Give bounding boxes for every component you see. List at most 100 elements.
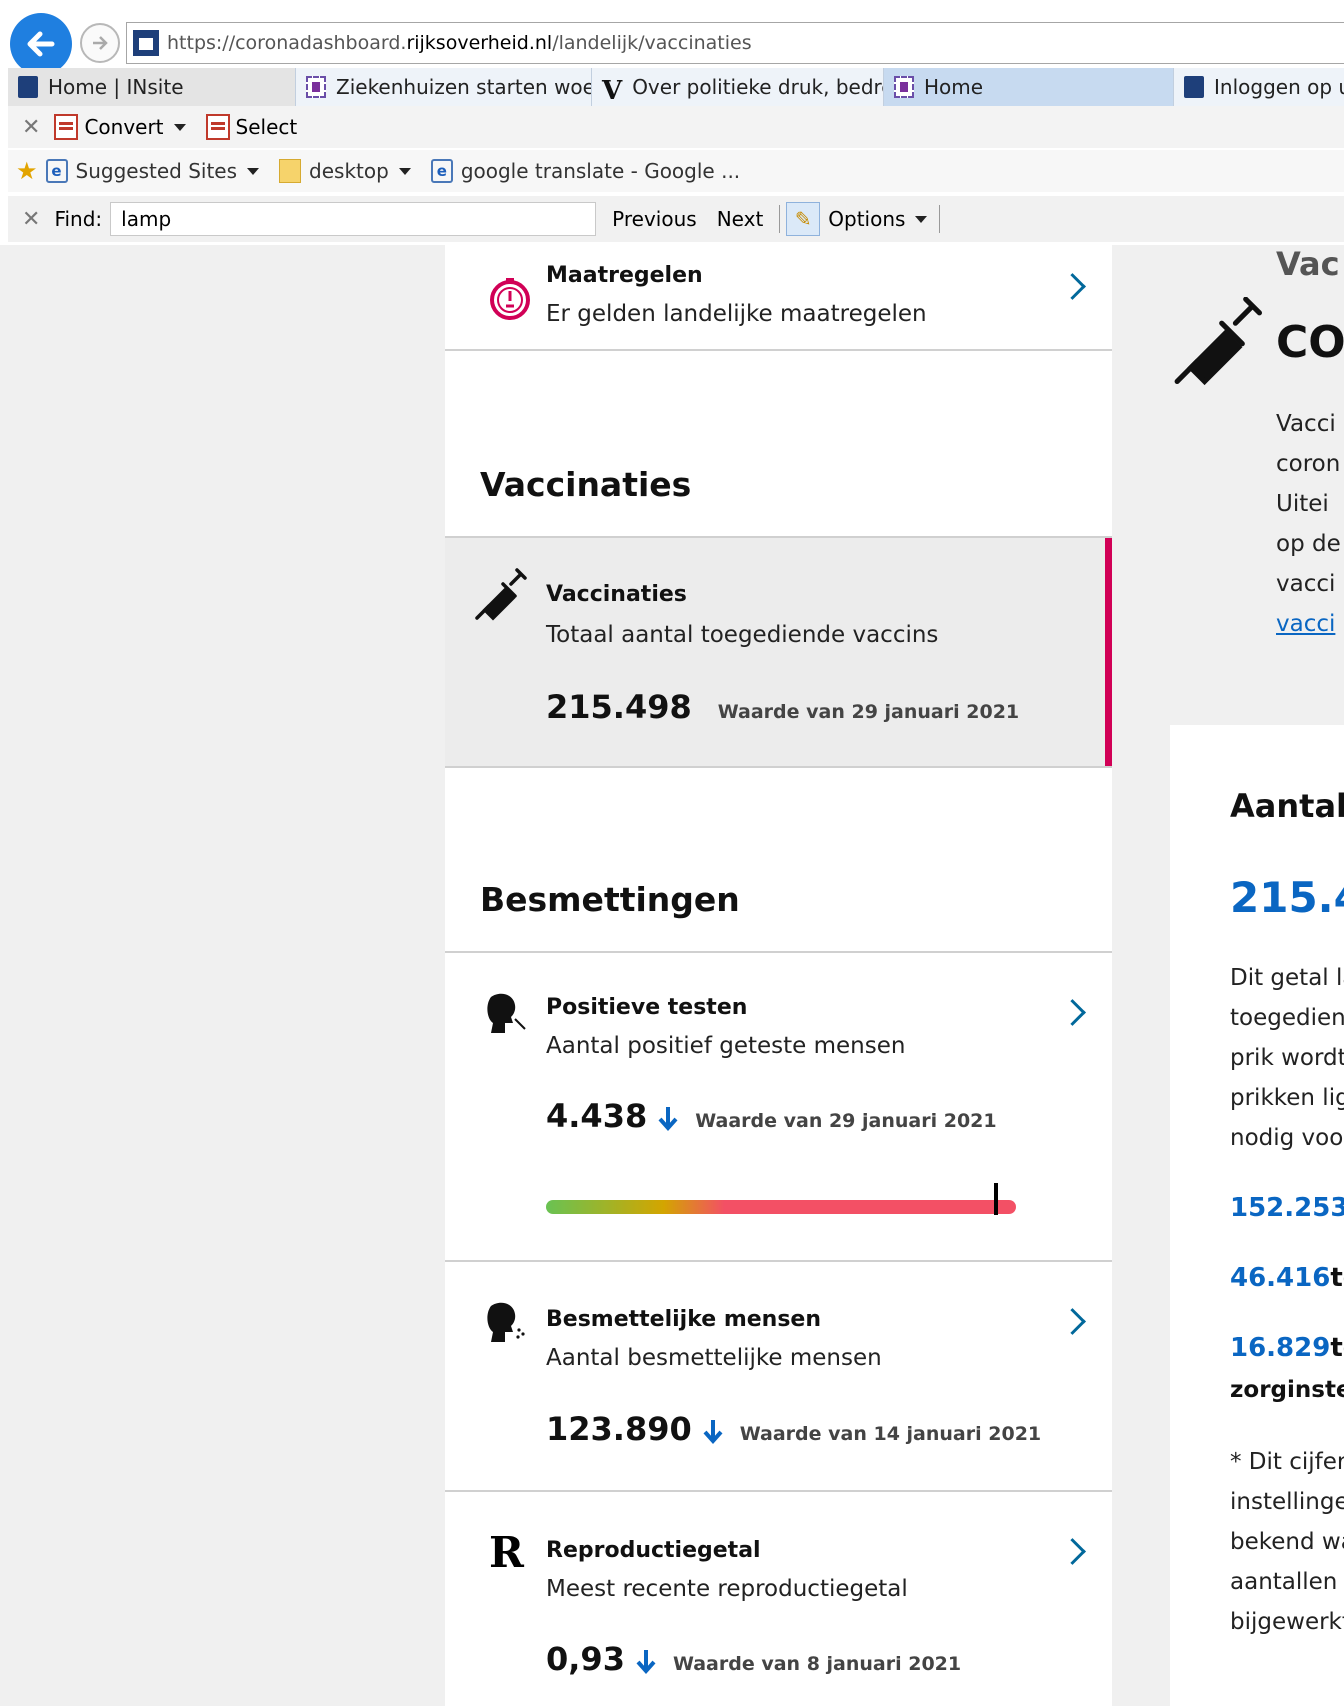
positieve-title: Positieve testen [546,995,748,1020]
card-heading: Aantal [1230,787,1344,825]
vaccine-count-card: Aantal 215.4 Dit getal la toegedien prik… [1170,725,1344,1706]
infectious-head-icon [485,1300,529,1348]
find-bar: ✕ Find: Previous Next ✎ Options [8,196,1344,242]
positieve-subtitle: Aantal positief geteste mensen [546,1033,906,1059]
intro-line: Uitei [1276,491,1329,517]
stat-value: 16.829 [1230,1333,1331,1363]
tab-inloggen[interactable]: Inloggen op uw [1174,68,1344,106]
intro-link[interactable]: vacci [1276,611,1335,637]
stat-value: 152.253 [1230,1193,1344,1223]
find-options-button[interactable]: ✎ Options [786,202,928,236]
ie-page-icon: e [45,159,68,183]
chevron-down-icon[interactable] [173,123,186,131]
close-find-icon[interactable]: ✕ [22,207,40,232]
google-translate-link[interactable]: e google translate - Google ... [430,159,740,183]
tab-label: Over politieke druk, bedre... [632,75,883,99]
stat-row: 46.416to [1230,1263,1344,1293]
besmettelijke-title: Besmettelijke mensen [546,1307,822,1332]
positieve-date: Waarde van 29 januari 2021 [695,1110,997,1132]
url-prefix: https://coronadashboard. [167,32,407,54]
tab-politieke-druk[interactable]: V Over politieke druk, bedre... [592,68,884,106]
chevron-right-icon [1059,1538,1086,1565]
stat-row: 152.253t [1230,1193,1344,1223]
find-label: Find: [54,207,103,231]
page-favicon-icon [306,76,326,98]
main-content-header: Vac CO Vacci coron Uitei op de vacci vac… [1112,245,1344,725]
tab-ziekenhuizen[interactable]: Ziekenhuizen starten woe... [296,68,592,106]
chevron-down-icon [915,215,928,223]
intro-line: vacci [1276,571,1336,597]
signal-gradient-bar [546,1200,1016,1214]
rijksoverheid-favicon-icon [1184,76,1204,98]
desc-line: Dit getal la [1230,965,1344,991]
convert-label: Convert [84,115,164,139]
note-line: * Dit cijfer [1230,1449,1344,1475]
stat-value: 46.416 [1230,1263,1331,1293]
vaccinaties-card[interactable]: Vaccinaties Totaal aantal toegediende va… [445,538,1112,766]
note-line: instellinge [1230,1489,1344,1515]
select-button[interactable]: Select [205,114,297,140]
suggested-sites-label: Suggested Sites [75,159,238,183]
chevron-down-icon[interactable] [247,167,260,175]
pdf-convert-icon [54,114,79,140]
tab-home[interactable]: Home [884,68,1174,106]
arrow-down-icon [636,1650,656,1674]
page-title: CO [1276,317,1344,368]
close-toolbar-icon[interactable]: ✕ [22,115,40,140]
vaccinaties-value-row: 215.498 Waarde van 29 januari 2021 [546,688,1019,726]
stat-text-line2: zorginste [1230,1377,1344,1403]
suggested-sites-link[interactable]: e Suggested Sites [45,159,260,183]
head-test-icon [485,991,529,1039]
highlight-pencil-icon[interactable]: ✎ [786,202,821,236]
options-label: Options [828,207,906,231]
tab-label: Inloggen op uw [1214,75,1344,99]
find-previous-button[interactable]: Previous [612,207,697,231]
card-big-value: 215.4 [1230,873,1344,922]
separator [779,205,781,233]
syringe-icon [473,566,529,626]
find-next-button[interactable]: Next [717,207,764,231]
desc-line: prik wordt [1230,1045,1344,1071]
reproductie-date: Waarde van 8 januari 2021 [672,1653,962,1675]
desc-line: prikken lig [1230,1085,1344,1111]
vaccinaties-section-heading: Vaccinaties [480,465,692,504]
url-path: /landelijk/vaccinaties [552,32,752,54]
stat-text: to [1330,1263,1344,1293]
positieve-testen-card[interactable]: Positieve testen Aantal positief geteste… [445,953,1112,1243]
favorites-star-icon[interactable]: ★ [16,157,38,185]
tab-label: Ziekenhuizen starten woe... [336,75,592,99]
besmettelijke-date: Waarde van 14 januari 2021 [739,1423,1042,1445]
rijksoverheid-favicon-icon [18,76,38,98]
positieve-value: 4.438 [546,1097,648,1135]
vaccinaties-card-title: Vaccinaties [546,582,687,607]
maatregelen-card[interactable]: Maatregelen Er gelden landelijke maatreg… [445,245,1112,349]
forward-button[interactable] [80,23,120,63]
vaccinaties-card-subtitle: Totaal aantal toegediende vaccins [546,622,939,648]
reproductie-value: 0,93 [546,1640,625,1678]
besmettelijke-mensen-card[interactable]: Besmettelijke mensen Aantal besmettelijk… [445,1262,1112,1490]
chevron-right-icon [1059,1308,1086,1335]
reproductiegetal-card[interactable]: R Reproductiegetal Meest recente reprodu… [445,1492,1112,1706]
folder-icon [279,159,302,183]
signal-marker [994,1183,998,1215]
chevron-down-icon[interactable] [398,167,411,175]
desktop-label: desktop [309,159,389,183]
desktop-folder[interactable]: desktop [279,159,411,183]
reproductie-title: Reproductiegetal [546,1538,761,1563]
tab-home-insite[interactable]: Home | INsite [8,68,296,106]
intro-line: coron [1276,451,1341,477]
back-button[interactable] [10,13,72,75]
note-line: bijgewerkt [1230,1609,1344,1635]
find-input[interactable] [110,202,597,236]
chevron-right-icon [1059,273,1086,300]
v-logo-icon: V [602,76,623,106]
arrow-down-icon [658,1107,678,1131]
maatregelen-title: Maatregelen [546,263,703,288]
back-arrow-icon [27,31,55,57]
arrow-down-icon [703,1420,723,1444]
site-favicon [133,30,159,56]
convert-button[interactable]: Convert [54,114,186,140]
address-bar[interactable]: https://coronadashboard. rijksoverheid.nl… [126,22,1344,64]
favorites-bar: ★ e Suggested Sites desktop e google trans… [8,150,1344,192]
besmettelijke-value-row: 123.890 Waarde van 14 januari 2021 [546,1410,1041,1448]
